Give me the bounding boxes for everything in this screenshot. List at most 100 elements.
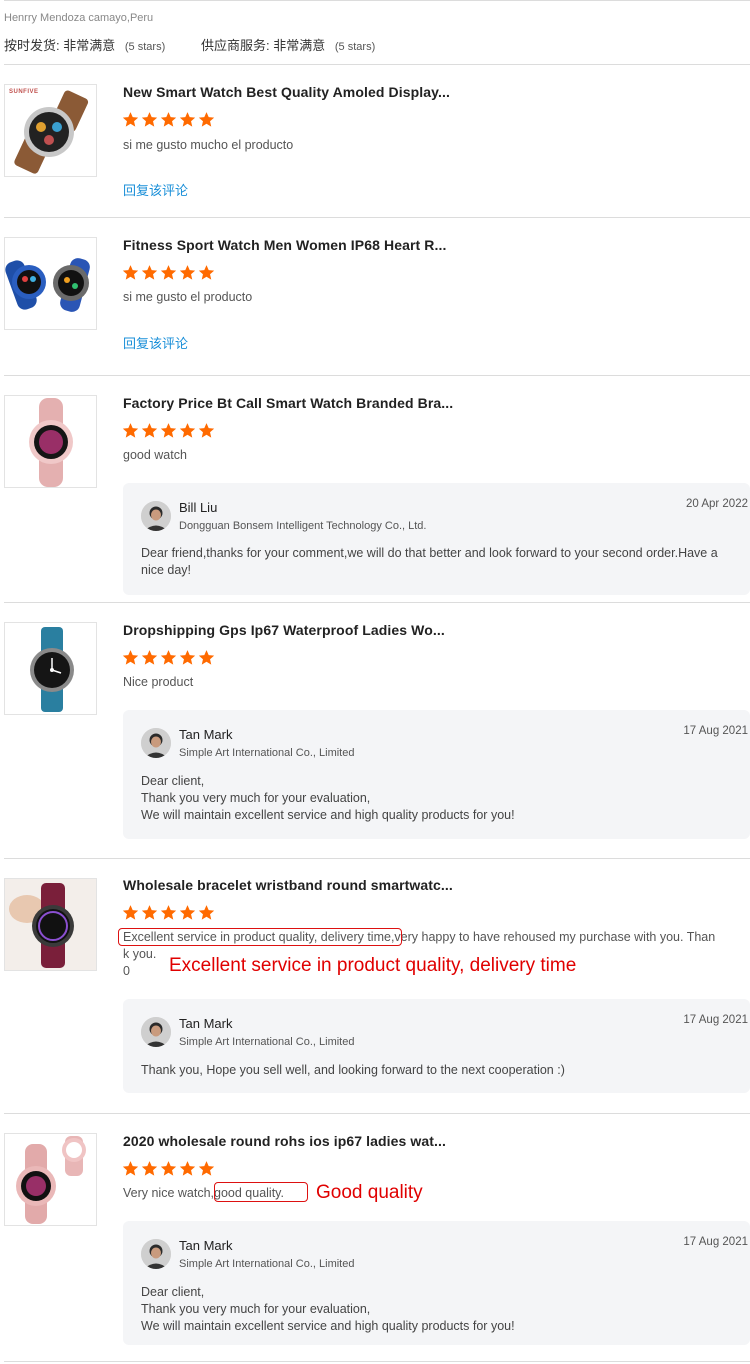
star-icon (141, 111, 158, 128)
product-title[interactable]: Fitness Sport Watch Men Women IP68 Heart… (123, 237, 446, 253)
service-stars: (5 stars) (334, 41, 376, 53)
star-icon (179, 111, 196, 128)
service-rating: 供应商服务: 非常满意 (5 stars) (201, 35, 375, 54)
reply-text-line: Dear client, (141, 774, 205, 788)
product-thumbnail[interactable] (4, 237, 97, 330)
product-thumbnail[interactable] (4, 1133, 97, 1226)
buyer-name: Henrry Mendoza camayo,Peru (4, 12, 154, 24)
avatar (141, 1017, 171, 1047)
product-thumbnail[interactable] (4, 395, 97, 488)
reply-date: 17 Aug 2021 (683, 1014, 748, 1026)
star-icon (198, 904, 215, 921)
supplier-reply: Tan Mark Simple Art International Co., L… (123, 1221, 750, 1345)
watch-image-icon (16, 1136, 86, 1224)
star-icon (141, 904, 158, 921)
supplier-reply: Tan Mark Simple Art International Co., L… (123, 999, 750, 1093)
service-label: 供应商服务: (201, 38, 270, 53)
avatar (141, 1239, 171, 1269)
star-icon (160, 1160, 177, 1177)
review-item: Factory Price Bt Call Smart Watch Brande… (0, 375, 750, 602)
comment-rest: very happy to have rehoused my purchase … (394, 930, 716, 944)
product-thumbnail[interactable]: SUNFIVE (4, 84, 97, 177)
product-title[interactable]: New Smart Watch Best Quality Amoled Disp… (123, 84, 450, 100)
review-comment-line: k you. (123, 947, 157, 961)
avatar (141, 728, 171, 758)
review-item: Fitness Sport Watch Men Women IP68 Heart… (0, 217, 750, 375)
product-thumbnail[interactable] (4, 622, 97, 715)
review-item: Dropshipping Gps Ip67 Waterproof Ladies … (0, 602, 750, 858)
star-icon (198, 649, 215, 666)
star-icon (179, 1160, 196, 1177)
reply-text-line: Dear client, (141, 1285, 205, 1299)
watch-image-icon (29, 398, 73, 487)
annotation-label: Good quality (316, 1182, 423, 1203)
star-icon (141, 1160, 158, 1177)
highlight-box (214, 1182, 308, 1202)
star-icon (179, 904, 196, 921)
reply-to-review-link[interactable]: 回复该评论 (123, 180, 188, 199)
reply-text-line: Thank you, Hope you sell well, and looki… (141, 1063, 565, 1077)
star-icon (160, 111, 177, 128)
review-comment: good watch (123, 448, 187, 462)
supplier-reply: Tan Mark Simple Art International Co., L… (123, 710, 750, 839)
on-time-label: 按时发货: (4, 38, 60, 53)
watch-image-icon (5, 879, 96, 970)
star-icon (160, 422, 177, 439)
supplier-reply: Bill Liu Dongguan Bonsem Intelligent Tec… (123, 483, 750, 595)
review-item: Wholesale bracelet wristband round smart… (0, 858, 750, 1113)
highlight-box (118, 928, 402, 946)
comment-prefix: Very nice watch, (123, 1186, 215, 1200)
review-comment: Nice product (123, 675, 194, 689)
service-value: 非常满意 (273, 38, 326, 53)
product-title[interactable]: Factory Price Bt Call Smart Watch Brande… (123, 395, 453, 411)
star-icon (122, 649, 139, 666)
star-icon (122, 264, 139, 281)
star-icon (122, 422, 139, 439)
product-title[interactable]: 2020 wholesale round rohs ios ip67 ladie… (123, 1133, 446, 1149)
reply-text-line: Dear friend,thanks for your comment,we w… (141, 546, 718, 560)
on-time-stars: (5 stars) (124, 41, 166, 53)
rating-stars (122, 649, 215, 666)
reply-text-line: We will maintain excellent service and h… (141, 808, 515, 822)
rating-stars (122, 111, 215, 128)
star-icon (141, 422, 158, 439)
replier-name: Tan Mark (179, 1238, 233, 1253)
star-icon (179, 649, 196, 666)
star-icon (179, 422, 196, 439)
reply-text-line: nice day! (141, 563, 192, 577)
star-icon (122, 111, 139, 128)
replier-name: Tan Mark (179, 727, 233, 742)
replier-company[interactable]: Simple Art International Co., Limited (179, 747, 354, 759)
star-icon (160, 264, 177, 281)
reply-date: 17 Aug 2021 (683, 725, 748, 737)
product-title[interactable]: Dropshipping Gps Ip67 Waterproof Ladies … (123, 622, 445, 638)
review-item: 2020 wholesale round rohs ios ip67 ladie… (0, 1113, 750, 1363)
rating-stars (122, 422, 215, 439)
rating-stars (122, 264, 215, 281)
brand-logo: SUNFIVE (9, 89, 39, 95)
star-icon (198, 422, 215, 439)
rating-stars (122, 1160, 215, 1177)
product-title[interactable]: Wholesale bracelet wristband round smart… (123, 877, 453, 893)
replier-name: Tan Mark (179, 1016, 233, 1031)
avatar (141, 501, 171, 531)
annotation-label: Excellent service in product quality, de… (169, 955, 577, 976)
review-comment-line: 0 (123, 964, 130, 978)
replier-company[interactable]: Dongguan Bonsem Intelligent Technology C… (179, 520, 426, 532)
reply-date: 20 Apr 2022 (685, 498, 748, 510)
watch-image-icon (30, 627, 74, 712)
reply-to-review-link[interactable]: 回复该评论 (123, 333, 188, 352)
watch-image-icon (5, 258, 90, 312)
star-icon (160, 904, 177, 921)
star-icon (179, 264, 196, 281)
on-time-rating: 按时发货: 非常满意 (5 stars) (4, 35, 165, 54)
product-thumbnail[interactable] (4, 878, 97, 971)
star-icon (198, 111, 215, 128)
replier-company[interactable]: Simple Art International Co., Limited (179, 1036, 354, 1048)
rating-stars (122, 904, 215, 921)
reply-date: 17 Aug 2021 (683, 1236, 748, 1248)
replier-company[interactable]: Simple Art International Co., Limited (179, 1258, 354, 1270)
on-time-value: 非常满意 (63, 38, 116, 53)
review-comment: si me gusto el producto (123, 290, 253, 304)
star-icon (141, 649, 158, 666)
